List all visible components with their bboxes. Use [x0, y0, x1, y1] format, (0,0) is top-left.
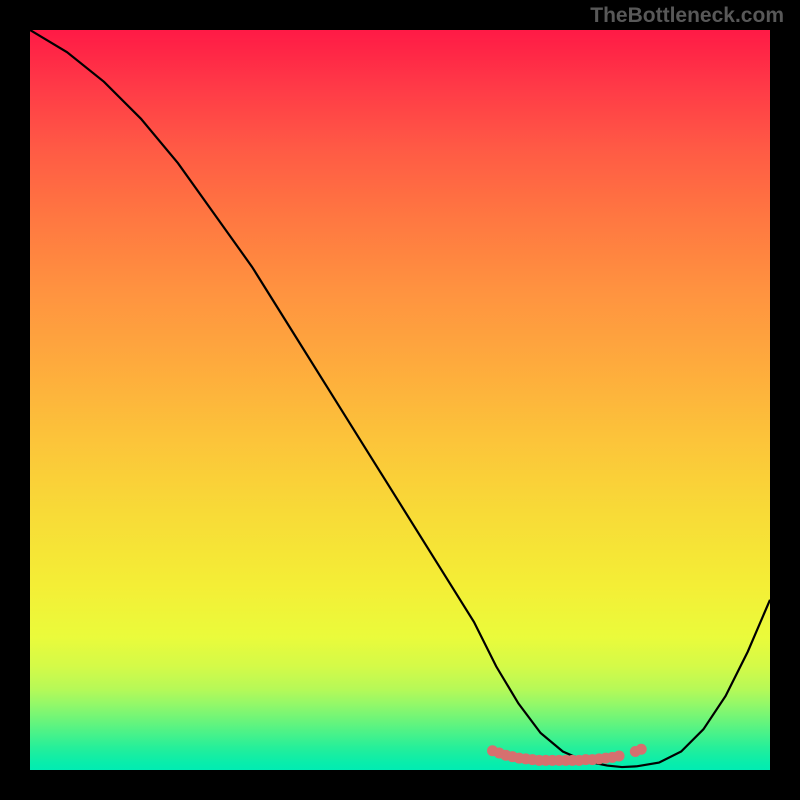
chart-svg	[30, 30, 770, 770]
watermark-text: TheBottleneck.com	[590, 4, 784, 28]
bottleneck-curve	[30, 30, 770, 767]
marker-point	[636, 744, 647, 755]
marker-point	[614, 750, 625, 761]
plot-area	[30, 30, 770, 770]
highlight-markers	[487, 744, 647, 766]
